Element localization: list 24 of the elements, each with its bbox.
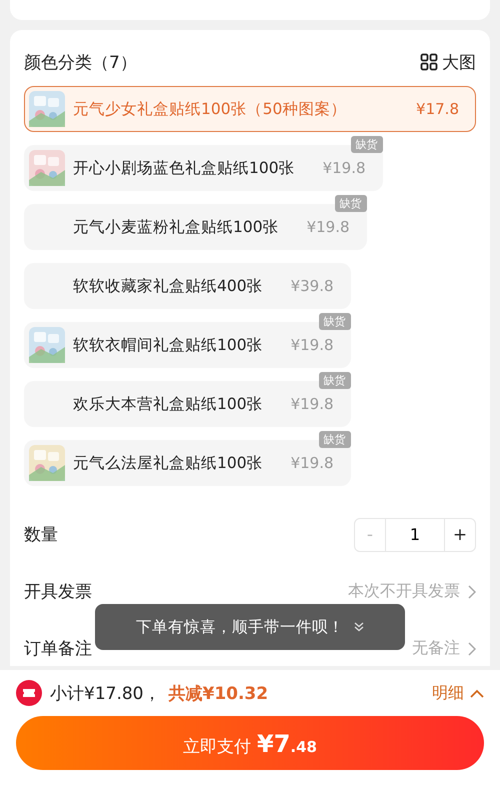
grid-icon [420,53,438,71]
out-of-stock-badge: 缺货 [334,195,367,212]
toast-message: 下单有惊喜，顺手带一件呗！ [136,616,344,638]
increase-button[interactable]: + [445,518,475,550]
ticket-icon [16,680,42,706]
row-label: 开具发票 [24,581,92,603]
quantity-label: 数量 [24,524,58,546]
out-of-stock-badge: 缺货 [350,136,383,153]
out-of-stock-badge: 缺货 [318,313,351,330]
details-toggle[interactable]: 明细 [432,682,484,704]
chevron-up-icon [470,688,484,698]
chevron-right-icon [468,642,476,656]
quantity-field[interactable]: 1 [385,518,445,550]
large-view-toggle[interactable]: 大图 [420,50,476,74]
subtotal-text: 小计¥17.80， [50,682,160,704]
out-of-stock-badge: 缺货 [318,372,351,389]
section-title: 颜色分类（7） [24,52,137,74]
chevron-right-icon [468,584,476,598]
quantity-stepper[interactable]: - 1 + [354,518,476,552]
discount-text: 共减¥10.32 [168,682,268,704]
double-chevron-down-icon [354,622,364,632]
out-of-stock-badge: 缺货 [318,431,351,448]
variant-option[interactable]: 软软收藏家礼盒贴纸400张 ¥39.8 [24,263,351,309]
row-label: 订单备注 [24,638,92,660]
